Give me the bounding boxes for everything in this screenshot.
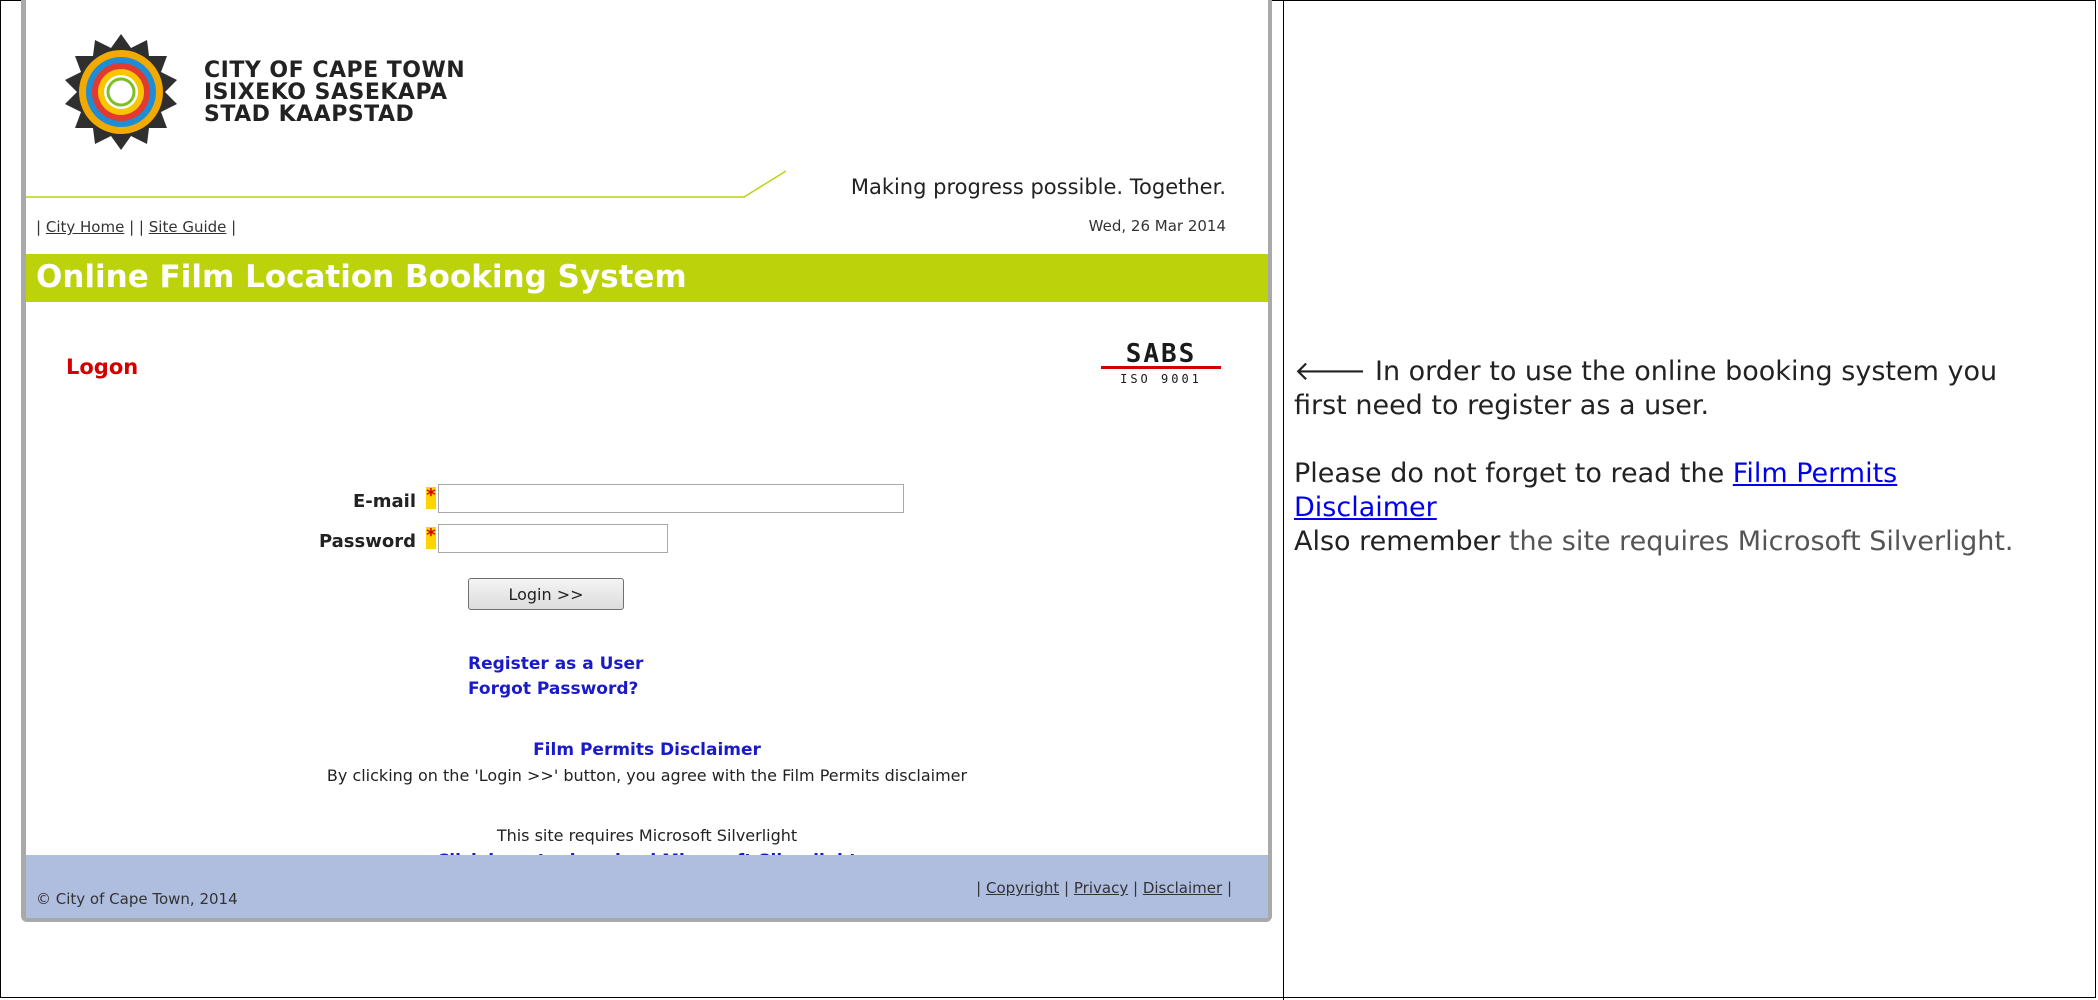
nav-separator: | | [129,218,144,236]
footer-separator: | [1064,879,1070,897]
title-bar: Online Film Location Booking System [26,254,1268,302]
email-required-marker: * [426,487,436,509]
column-divider [1283,0,1284,1000]
disclaimer-notice: By clicking on the 'Login >>' button, yo… [326,766,968,785]
copyright-text: © City of Cape Town, 2014 [36,890,238,908]
privacy-link[interactable]: Privacy [1074,879,1128,897]
also-remember-text: Also remember [1294,526,1501,557]
email-label: E-mail [352,491,416,512]
top-nav: | City Home | | Site Guide | [36,218,236,236]
email-field[interactable] [438,484,904,513]
current-date: Wed, 26 Mar 2014 [1088,217,1226,235]
disclaimer-link[interactable]: Disclaimer [1143,879,1222,897]
tagline-swoosh [26,170,786,198]
left-arrow-icon: 🡐 [1294,356,1367,387]
silverlight-paragraph: Also remember the site requires Microsof… [1294,525,2034,559]
tagline: Making progress possible. Together. [850,175,1226,199]
page-title: Online Film Location Booking System [36,259,687,295]
footer: © City of Cape Town, 2014 | Copyright | … [26,855,1268,918]
read-text: Please do not forget to read the [1294,458,1733,489]
footer-separator: | [1226,879,1232,897]
film-permits-disclaimer-link[interactable]: Film Permits Disclaimer [26,740,1268,760]
website-screenshot: CITY OF CAPE TOWN ISIXEKO SASEKAPA STAD … [21,0,1272,922]
forgot-password-link[interactable]: Forgot Password? [468,679,638,699]
city-name-xhosa: ISIXEKO SASEKAPA [204,80,448,105]
city-of-cape-town-logo [65,34,177,150]
city-name-english: CITY OF CAPE TOWN [204,58,466,83]
logon-heading: Logon [66,355,139,379]
password-label: Password [318,531,416,552]
sabs-logo-subtext: ISO 9001 [1120,372,1202,386]
intro-text: In order to use the online booking syste… [1294,356,1998,421]
password-required-marker: * [426,527,436,549]
site-guide-link[interactable]: Site Guide [149,218,227,236]
register-link[interactable]: Register as a User [468,654,643,674]
city-names: CITY OF CAPE TOWN ISIXEKO SASEKAPA STAD … [204,60,465,126]
silverlight-notice: This site requires Microsoft Silverlight [496,826,798,845]
sabs-iso-logo: SABS ISO 9001 [1101,339,1221,386]
footer-separator: | [976,879,982,897]
copyright-link[interactable]: Copyright [986,879,1059,897]
read-paragraph: Please do not forget to read the Film Pe… [1294,457,2034,525]
nav-separator: | [231,218,237,236]
password-field[interactable] [438,524,668,553]
sabs-logo-text: SABS [1126,339,1197,369]
silverlight-requirement-text: the site requires Microsoft Silverlight. [1500,526,2014,557]
footer-links: | Copyright | Privacy | Disclaimer | [976,879,1232,897]
city-home-link[interactable]: City Home [46,218,124,236]
instructions-panel: 🡐 In order to use the online booking sys… [1294,355,2034,559]
login-button[interactable]: Login >> [468,578,624,610]
city-name-afrikaans: STAD KAAPSTAD [204,102,415,127]
intro-paragraph: 🡐 In order to use the online booking sys… [1294,355,2034,423]
footer-separator: | [1132,879,1139,897]
nav-separator: | [36,218,42,236]
